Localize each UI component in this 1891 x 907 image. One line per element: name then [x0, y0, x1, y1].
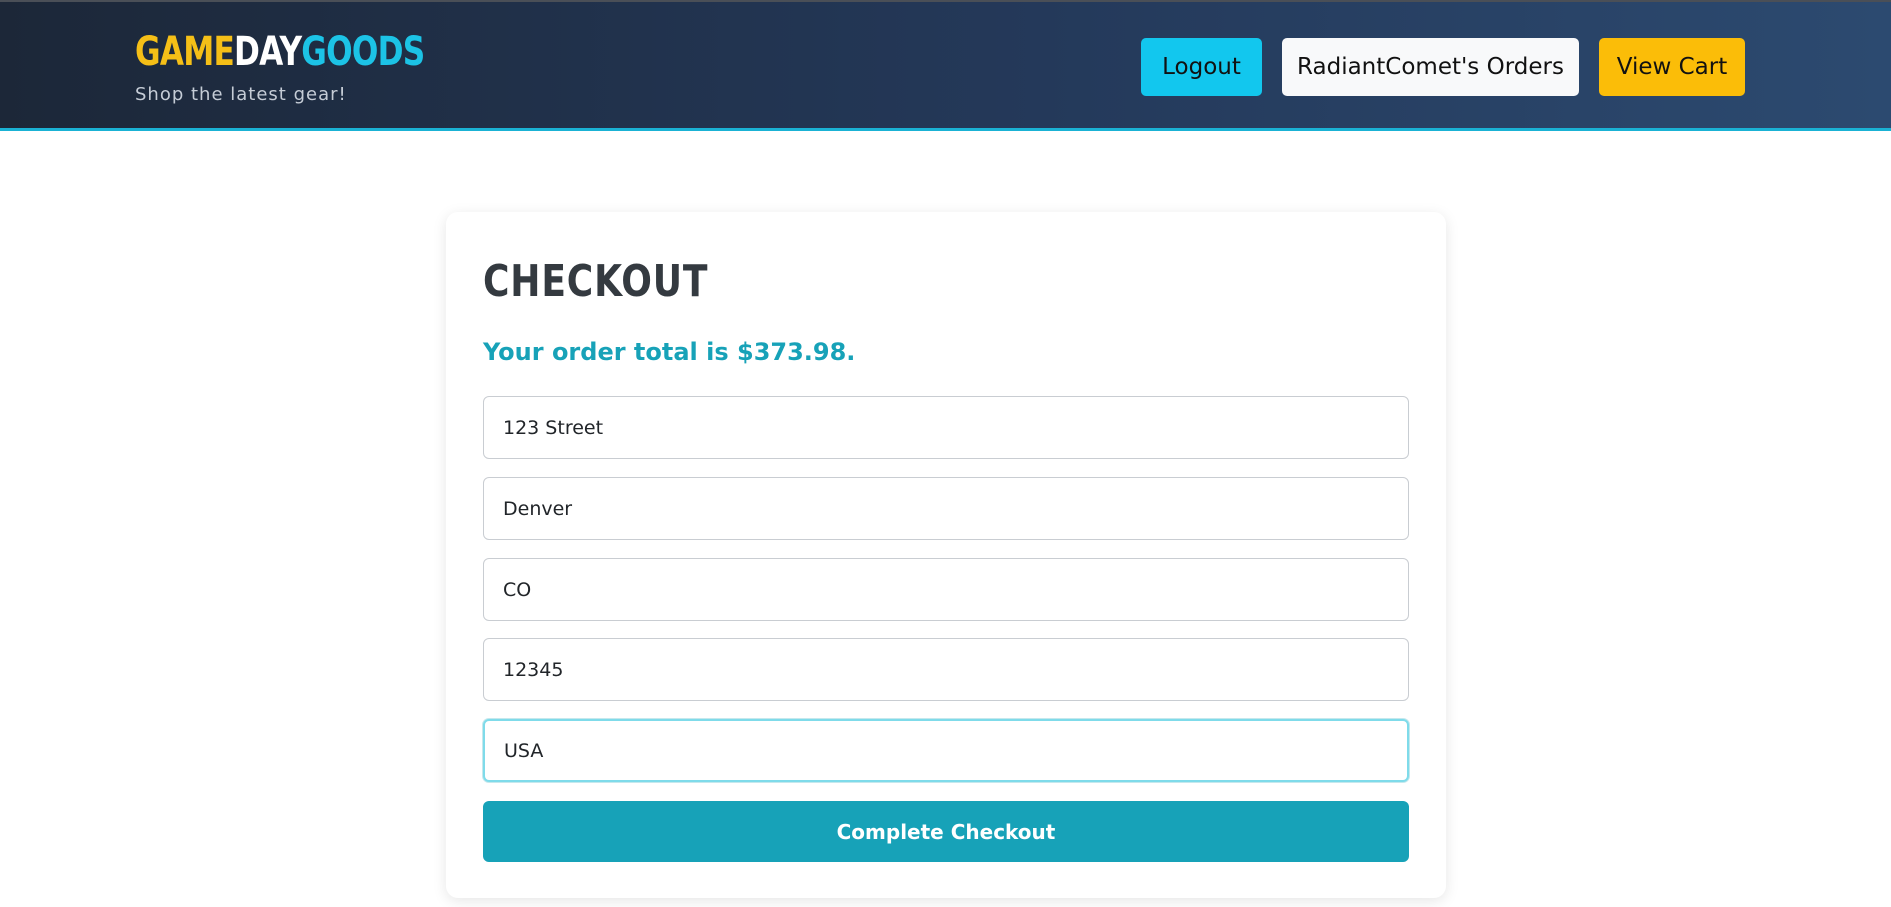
brand-logo[interactable]: GAMEDAYGOODS Shop the latest gear!	[135, 26, 506, 105]
zip-code-input[interactable]	[483, 638, 1409, 701]
complete-checkout-button[interactable]: Complete Checkout	[483, 801, 1409, 862]
top-navbar: GAMEDAYGOODS Shop the latest gear! Logou…	[0, 0, 1891, 131]
order-total-text: Your order total is $373.98.	[483, 338, 856, 366]
brand-name-part-goods: GOODS	[301, 29, 425, 75]
city-input[interactable]	[483, 477, 1409, 540]
checkout-card: CHECKOUT Your order total is $373.98. Co…	[446, 212, 1446, 898]
street-address-input[interactable]	[483, 396, 1409, 459]
logout-button[interactable]: Logout	[1141, 38, 1262, 96]
page-title: CHECKOUT	[483, 256, 709, 307]
brand-name: GAMEDAYGOODS	[135, 26, 425, 78]
brand-tagline: Shop the latest gear!	[135, 84, 347, 105]
state-input[interactable]	[483, 558, 1409, 621]
country-input[interactable]	[483, 719, 1409, 782]
orders-button[interactable]: RadiantComet's Orders	[1282, 38, 1579, 96]
brand-name-part-day: DAY	[233, 29, 302, 75]
brand-name-part-game: GAME	[135, 29, 235, 75]
view-cart-button[interactable]: View Cart	[1599, 38, 1745, 96]
